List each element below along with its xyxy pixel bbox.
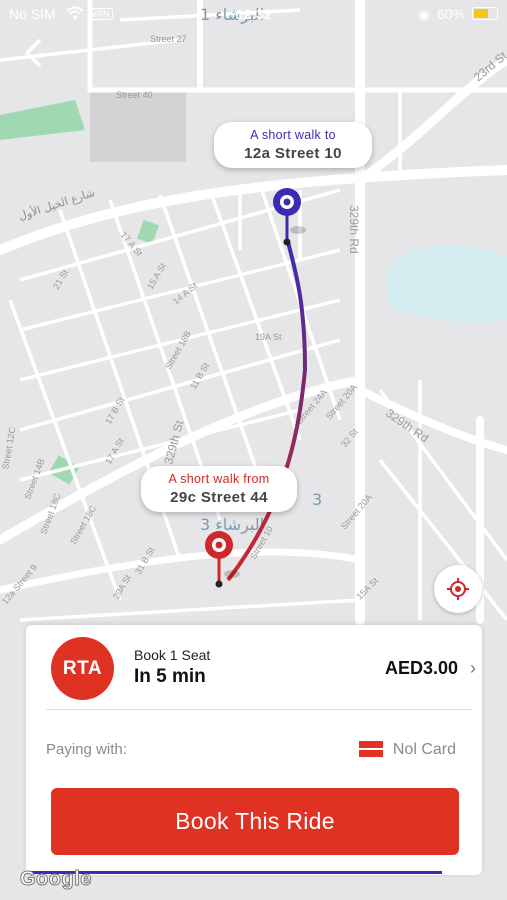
my-location-button[interactable] [434, 565, 482, 613]
ride-price[interactable]: AED3.00 [385, 658, 458, 679]
vpn-badge: VPN [88, 8, 113, 20]
chevron-right-icon[interactable]: › [470, 658, 476, 679]
ride-eta: In 5 min [134, 666, 206, 687]
clock: 12:32 [236, 6, 272, 22]
payment-method[interactable]: Nol Card [393, 741, 456, 759]
battery-icon [472, 7, 498, 20]
google-logo: Google [20, 868, 92, 891]
battery-percent: 60% [437, 6, 466, 22]
crosshair-icon [447, 578, 469, 600]
street-label: 19A St [255, 332, 282, 342]
rta-logo: RTA [51, 637, 114, 700]
ride-title: Book 1 Seat [134, 647, 211, 663]
origin-address: 29c Street 44 [170, 489, 268, 506]
destination-callout[interactable]: A short walk to 12a Street 10 [214, 122, 372, 168]
destination-walk-label: A short walk to [250, 128, 336, 142]
street-label: Street 27 [150, 34, 187, 44]
street-label: Street 40 [116, 90, 153, 100]
ride-card: RTA Book 1 Seat In 5 min AED3.00 › Payin… [26, 625, 482, 875]
nol-card-icon [359, 741, 383, 757]
orientation-lock-icon: ◉ [418, 6, 431, 22]
back-button[interactable] [18, 36, 52, 70]
book-ride-button[interactable]: Book This Ride [51, 788, 459, 855]
street-label: 329th Rd [347, 205, 361, 254]
paying-with-label: Paying with: [46, 741, 127, 758]
district-label: البرشاء 3 [200, 515, 264, 535]
divider [46, 709, 472, 710]
origin-callout[interactable]: A short walk from 29c Street 44 [141, 466, 297, 512]
chevron-left-icon [25, 39, 41, 67]
origin-walk-label: A short walk from [168, 472, 270, 486]
destination-address: 12a Street 10 [244, 145, 342, 162]
carrier-text: No SIM [9, 6, 56, 22]
status-bar: No SIM VPN 12:32 ◉ 60% [0, 0, 507, 30]
district-number: 3 [312, 490, 322, 509]
wifi-icon [66, 6, 84, 23]
